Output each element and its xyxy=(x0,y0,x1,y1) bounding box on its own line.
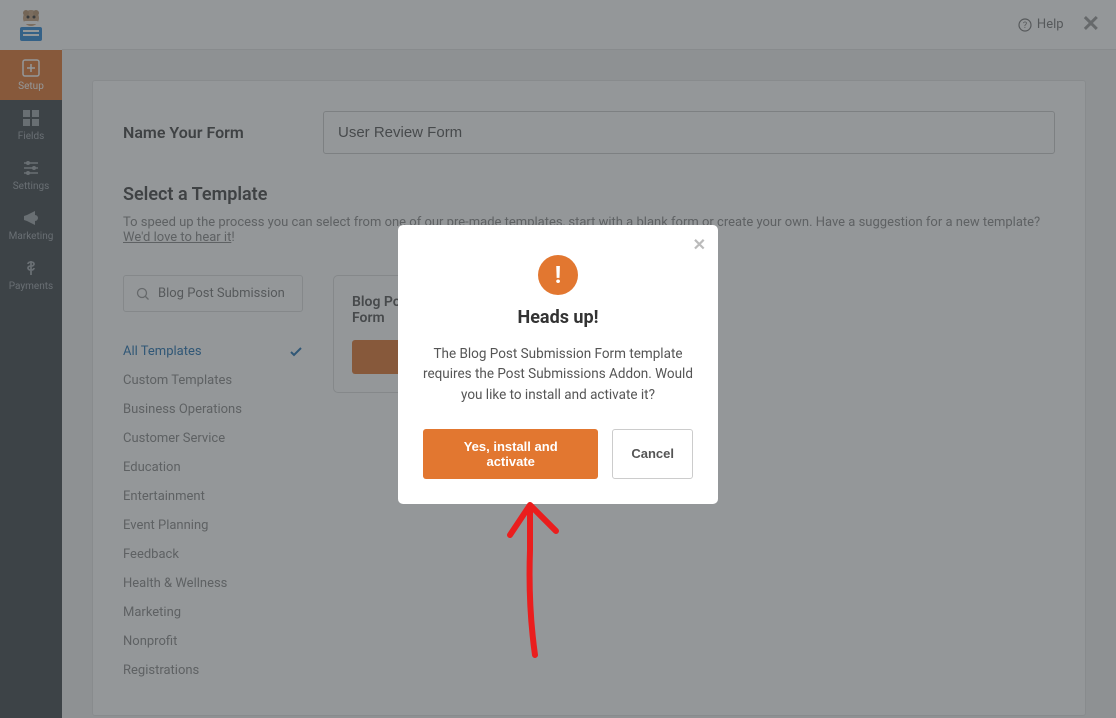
cancel-button[interactable]: Cancel xyxy=(612,429,693,479)
confirm-install-button[interactable]: Yes, install and activate xyxy=(423,429,598,479)
warning-icon: ! xyxy=(538,255,578,295)
modal-text: The Blog Post Submission Form template r… xyxy=(423,344,693,405)
modal-actions: Yes, install and activate Cancel xyxy=(423,429,693,479)
modal-overlay[interactable]: ✕ ! Heads up! The Blog Post Submission F… xyxy=(0,0,1116,718)
modal-close-button[interactable]: ✕ xyxy=(693,235,706,254)
modal-title: Heads up! xyxy=(423,307,693,328)
modal-dialog: ✕ ! Heads up! The Blog Post Submission F… xyxy=(398,225,718,504)
